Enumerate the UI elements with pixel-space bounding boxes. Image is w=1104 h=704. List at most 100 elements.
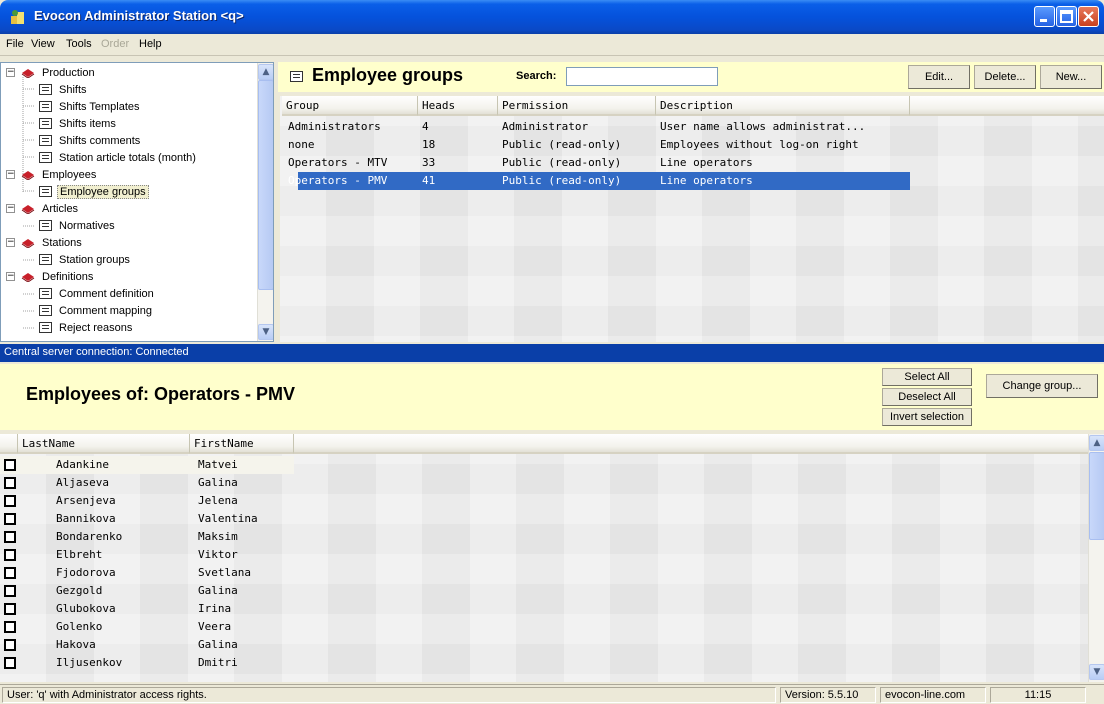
select-all-button[interactable]: Select All <box>882 368 972 386</box>
menu-view[interactable]: View <box>31 38 55 50</box>
close-button[interactable] <box>1078 6 1099 27</box>
column-header-check <box>0 434 18 454</box>
table-row[interactable]: Gezgold Galina <box>0 582 294 600</box>
document-icon <box>39 84 52 95</box>
collapse-stations-icon[interactable]: − <box>6 238 15 247</box>
document-icon <box>39 288 52 299</box>
tree-item-shifts-comments[interactable]: Shifts comments <box>39 132 142 149</box>
document-icon <box>39 152 52 163</box>
collapse-employees-icon[interactable]: − <box>6 170 15 179</box>
table-row-selected[interactable]: Operators - PMV 41 Public (read-only) Li… <box>288 172 910 190</box>
deselect-all-button[interactable]: Deselect All <box>882 388 972 406</box>
tree-item-shifts-templates[interactable]: Shifts Templates <box>39 98 142 115</box>
change-group-button[interactable]: Change group... <box>986 374 1098 398</box>
table-row[interactable]: Aljaseva Galina <box>0 474 294 492</box>
delete-button[interactable]: Delete... <box>974 65 1036 89</box>
tree-item-production[interactable]: Production <box>21 64 97 81</box>
document-icon <box>39 305 52 316</box>
row-checkbox[interactable] <box>4 621 16 633</box>
tree-item-reject-reasons[interactable]: Reject reasons <box>39 319 134 336</box>
scroll-thumb[interactable] <box>1089 452 1104 540</box>
menu-bar: File View Tools Order Help <box>0 34 1104 56</box>
row-checkbox[interactable] <box>4 567 16 579</box>
maximize-button[interactable] <box>1056 6 1077 27</box>
column-header-firstname[interactable]: FirstName <box>190 434 294 454</box>
tree-item-shifts[interactable]: Shifts <box>39 81 89 98</box>
scroll-down-button[interactable]: ▼ <box>258 324 273 340</box>
maximize-icon <box>1060 10 1073 23</box>
row-checkbox[interactable] <box>4 549 16 561</box>
employees-scrollbar[interactable]: ▲ ▼ <box>1088 434 1104 682</box>
minimize-button[interactable] <box>1034 6 1055 27</box>
employees-table: LastName FirstName Adankine Matvei Aljas… <box>0 434 1088 682</box>
tree-item-stations[interactable]: Stations <box>21 234 84 251</box>
tree-item-station-groups[interactable]: Station groups <box>39 251 132 268</box>
row-checkbox[interactable] <box>4 657 16 669</box>
row-checkbox[interactable] <box>4 639 16 651</box>
connection-status: Central server connection: Connected <box>0 344 1104 362</box>
document-icon <box>39 135 52 146</box>
collapse-definitions-icon[interactable]: − <box>6 272 15 281</box>
table-row[interactable]: Administrators 4 Administrator User name… <box>280 118 910 136</box>
row-checkbox[interactable] <box>4 585 16 597</box>
tree-item-employees[interactable]: Employees <box>21 166 98 183</box>
table-row[interactable]: Bannikova Valentina <box>0 510 294 528</box>
menu-order[interactable]: Order <box>101 38 129 50</box>
new-button[interactable]: New... <box>1040 65 1102 89</box>
tree-item-articles[interactable]: Articles <box>21 200 80 217</box>
scroll-up-button[interactable]: ▲ <box>1089 435 1104 451</box>
tree-item-employee-groups[interactable]: Employee groups <box>39 183 149 200</box>
table-row[interactable]: Fjodorova Svetlana <box>0 564 294 582</box>
table-row[interactable]: Bondarenko Maksim <box>0 528 294 546</box>
column-header-filler <box>910 96 1104 116</box>
groups-table: Group Heads Permission Description Admin… <box>280 96 1104 342</box>
table-row[interactable]: Arsenjeva Jelena <box>0 492 294 510</box>
collapse-production-icon[interactable]: − <box>6 68 15 77</box>
column-header-description[interactable]: Description <box>656 96 910 116</box>
tree-item-station-article-totals[interactable]: Station article totals (month) <box>39 149 198 166</box>
row-checkbox[interactable] <box>4 477 16 489</box>
column-header-heads[interactable]: Heads <box>418 96 498 116</box>
book-icon <box>21 204 35 214</box>
minimize-icon <box>1040 19 1047 22</box>
row-checkbox[interactable] <box>4 459 16 471</box>
column-header-group[interactable]: Group <box>282 96 418 116</box>
search-input[interactable] <box>566 67 718 86</box>
scroll-thumb[interactable] <box>258 80 273 290</box>
table-row[interactable]: Elbreht Viktor <box>0 546 294 564</box>
document-icon <box>290 71 303 82</box>
table-row[interactable]: Iljusenkov Dmitri <box>0 654 294 672</box>
status-user: User: 'q' with Administrator access righ… <box>2 687 776 703</box>
table-row[interactable]: Golenko Veera <box>0 618 294 636</box>
row-checkbox[interactable] <box>4 495 16 507</box>
document-icon <box>39 101 52 112</box>
menu-tools[interactable]: Tools <box>66 38 92 50</box>
invert-selection-button[interactable]: Invert selection <box>882 408 972 426</box>
menu-file[interactable]: File <box>6 38 24 50</box>
close-icon <box>1083 11 1094 22</box>
status-bar: User: 'q' with Administrator access righ… <box>0 684 1104 704</box>
row-checkbox[interactable] <box>4 513 16 525</box>
tree-item-shifts-items[interactable]: Shifts items <box>39 115 118 132</box>
table-row[interactable]: Operators - MTV 33 Public (read-only) Li… <box>280 154 910 172</box>
scroll-up-button[interactable]: ▲ <box>258 64 273 80</box>
book-icon <box>21 238 35 248</box>
tree-item-definitions[interactable]: Definitions <box>21 268 95 285</box>
row-checkbox[interactable] <box>4 531 16 543</box>
scroll-down-button[interactable]: ▼ <box>1089 664 1104 680</box>
row-checkbox[interactable] <box>4 603 16 615</box>
title-bar[interactable]: Evocon Administrator Station <q> <box>0 0 1104 34</box>
tree-scrollbar[interactable]: ▲ ▼ <box>257 63 273 341</box>
tree-item-normatives[interactable]: Normatives <box>39 217 117 234</box>
table-row[interactable]: Hakova Galina <box>0 636 294 654</box>
tree-item-comment-mapping[interactable]: Comment mapping <box>39 302 154 319</box>
edit-button[interactable]: Edit... <box>908 65 970 89</box>
table-row[interactable]: none 18 Public (read-only) Employees wit… <box>280 136 910 154</box>
collapse-articles-icon[interactable]: − <box>6 204 15 213</box>
column-header-permission[interactable]: Permission <box>498 96 656 116</box>
menu-help[interactable]: Help <box>139 38 162 50</box>
tree-item-comment-definition[interactable]: Comment definition <box>39 285 156 302</box>
column-header-lastname[interactable]: LastName <box>18 434 190 454</box>
table-row[interactable]: Adankine Matvei <box>0 456 294 474</box>
table-row[interactable]: Glubokova Irina <box>0 600 294 618</box>
